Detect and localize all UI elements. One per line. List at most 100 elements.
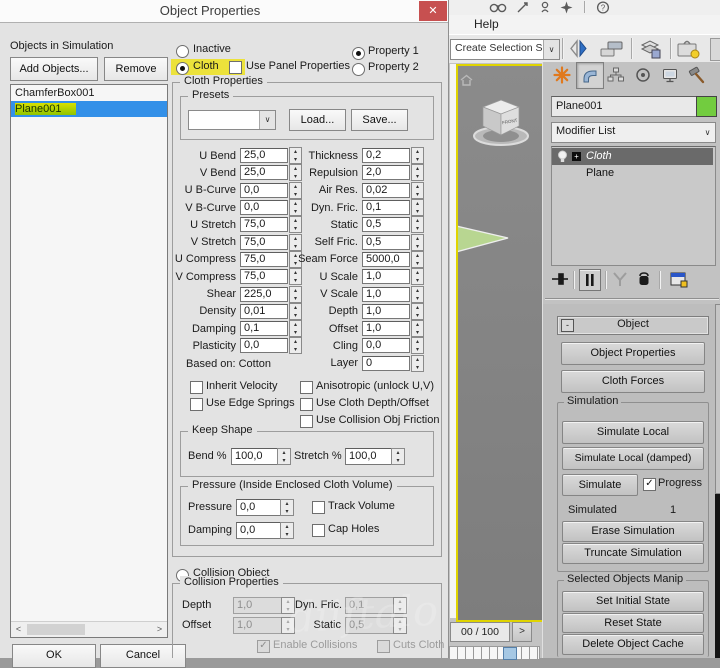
- erase-simulation-button[interactable]: Erase Simulation: [562, 521, 704, 542]
- object-name-field[interactable]: Plane001: [551, 96, 697, 117]
- time-slider-frame[interactable]: 00 / 100: [450, 622, 510, 642]
- tab-motion[interactable]: [630, 62, 656, 87]
- add-objects-button[interactable]: Add Objects...: [10, 57, 98, 81]
- pin-stack-icon[interactable]: [551, 271, 569, 287]
- param-field[interactable]: 25,0: [240, 165, 288, 180]
- param-field[interactable]: 1,0: [362, 321, 410, 336]
- ok-button[interactable]: OK: [12, 644, 96, 668]
- property1-radio[interactable]: [352, 47, 365, 60]
- dropdown-arrow-icon[interactable]: ∨: [259, 111, 275, 129]
- reset-state-button[interactable]: Reset State: [562, 613, 704, 633]
- param-field[interactable]: 25,0: [240, 148, 288, 163]
- truncate-simulation-button[interactable]: Truncate Simulation: [562, 543, 704, 564]
- object-properties-button[interactable]: Object Properties: [561, 342, 705, 365]
- param-spinner[interactable]: ▴▾: [411, 216, 424, 233]
- bend-percent-spinner[interactable]: ▴▾: [277, 448, 291, 465]
- layer-manager-icon[interactable]: [636, 37, 666, 60]
- track-bar-key[interactable]: [503, 647, 517, 660]
- selection-set-arrow-icon[interactable]: ∨: [543, 40, 559, 59]
- star-icon[interactable]: [560, 1, 573, 14]
- scrollbar-thumb[interactable]: [27, 624, 85, 635]
- inherit-velocity-checkbox[interactable]: [190, 381, 203, 394]
- stretch-percent-field[interactable]: 100,0: [345, 448, 395, 465]
- pressure-spinner[interactable]: ▴▾: [280, 499, 294, 516]
- param-field[interactable]: 0,2: [362, 148, 410, 163]
- param-field[interactable]: 1,0: [362, 304, 410, 319]
- dialog-titlebar[interactable]: Object Properties ✕: [0, 0, 448, 23]
- viewcube-home-icon[interactable]: [460, 74, 473, 86]
- help-icon[interactable]: ?: [596, 1, 610, 14]
- param-field[interactable]: 0,1: [362, 200, 410, 215]
- remove-modifier-icon[interactable]: [635, 270, 653, 288]
- param-spinner[interactable]: ▴▾: [411, 182, 424, 199]
- param-field[interactable]: 0,5: [362, 217, 410, 232]
- modifier-stack[interactable]: + Cloth Plane: [551, 146, 716, 266]
- scroll-right-arrow-icon[interactable]: >: [152, 622, 167, 637]
- param-spinner[interactable]: ▴▾: [411, 164, 424, 181]
- modifier-list-dropdown[interactable]: Modifier List ∨: [551, 122, 716, 143]
- param-field[interactable]: 75,0: [240, 252, 288, 267]
- modifier-list-arrow-icon[interactable]: ∨: [700, 123, 715, 142]
- select-arrow-icon[interactable]: [516, 1, 530, 14]
- stack-row-cloth[interactable]: + Cloth: [552, 148, 713, 165]
- param-spinner[interactable]: ▴▾: [411, 268, 424, 285]
- load-button[interactable]: Load...: [289, 109, 346, 131]
- next-frame-button[interactable]: >: [512, 622, 532, 642]
- plane-object[interactable]: [456, 222, 510, 256]
- cap-holes-checkbox[interactable]: [312, 524, 325, 537]
- rollout-scrollbar-thumb[interactable]: [715, 304, 720, 494]
- simulate-button[interactable]: Simulate: [562, 474, 638, 496]
- param-spinner[interactable]: ▴▾: [411, 251, 424, 268]
- param-field[interactable]: 75,0: [240, 217, 288, 232]
- simulate-local-button[interactable]: Simulate Local: [562, 421, 704, 444]
- param-spinner[interactable]: ▴▾: [411, 286, 424, 303]
- delete-object-cache-button[interactable]: Delete Object Cache: [562, 634, 704, 655]
- param-field[interactable]: 225,0: [240, 287, 288, 302]
- use-panel-properties-checkbox[interactable]: [229, 61, 242, 74]
- param-field[interactable]: 1,0: [362, 269, 410, 284]
- param-spinner[interactable]: ▴▾: [411, 303, 424, 320]
- show-end-result-icon[interactable]: [579, 269, 601, 291]
- binoculars-icon[interactable]: [488, 1, 508, 14]
- progress-checkbox[interactable]: ✓: [643, 478, 656, 491]
- param-field[interactable]: 0,5: [362, 235, 410, 250]
- toolbox-icon[interactable]: [675, 37, 705, 60]
- close-button[interactable]: ✕: [419, 1, 447, 21]
- pressure-damping-spinner[interactable]: ▴▾: [280, 522, 294, 539]
- object-rollout-header[interactable]: - Object: [557, 316, 709, 335]
- param-field[interactable]: 0,0: [240, 200, 288, 215]
- list-item[interactable]: ChamferBox001: [11, 85, 167, 101]
- viewport[interactable]: FRONT: [456, 64, 546, 622]
- cloth-forces-button[interactable]: Cloth Forces: [561, 370, 705, 393]
- param-spinner[interactable]: ▴▾: [411, 320, 424, 337]
- presets-dropdown[interactable]: ∨: [188, 110, 276, 130]
- inactive-radio[interactable]: [176, 45, 189, 58]
- objects-list[interactable]: ChamferBox001 Plane001 < >: [10, 84, 168, 638]
- param-field[interactable]: 5000,0: [362, 252, 410, 267]
- list-horizontal-scrollbar[interactable]: < >: [11, 621, 167, 637]
- param-field[interactable]: 0,0: [362, 338, 410, 353]
- track-volume-checkbox[interactable]: [312, 501, 325, 514]
- param-spinner[interactable]: ▴▾: [411, 355, 424, 372]
- tab-hierarchy[interactable]: [603, 62, 629, 87]
- use-cloth-depth-offset-checkbox[interactable]: [300, 398, 313, 411]
- param-field[interactable]: 1,0: [362, 287, 410, 302]
- stretch-percent-spinner[interactable]: ▴▾: [391, 448, 405, 465]
- param-field[interactable]: 0,02: [362, 183, 410, 198]
- property2-radio[interactable]: [352, 63, 365, 76]
- rollout-scrollbar[interactable]: [715, 304, 720, 658]
- use-collision-obj-friction-checkbox[interactable]: [300, 415, 313, 428]
- use-edge-springs-checkbox[interactable]: [190, 398, 203, 411]
- viewcube[interactable]: FRONT: [470, 94, 532, 150]
- expand-plus-icon[interactable]: +: [572, 152, 581, 161]
- scroll-left-arrow-icon[interactable]: <: [11, 622, 26, 637]
- param-spinner[interactable]: ▴▾: [411, 147, 424, 164]
- bend-percent-field[interactable]: 100,0: [231, 448, 281, 465]
- param-field[interactable]: 0,01: [240, 304, 288, 319]
- pressure-field[interactable]: 0,0: [236, 499, 284, 516]
- param-field[interactable]: 0: [362, 356, 410, 371]
- save-button[interactable]: Save...: [351, 109, 408, 131]
- param-field[interactable]: 2,0: [362, 165, 410, 180]
- set-initial-state-button[interactable]: Set Initial State: [562, 591, 704, 612]
- param-field[interactable]: 75,0: [240, 235, 288, 250]
